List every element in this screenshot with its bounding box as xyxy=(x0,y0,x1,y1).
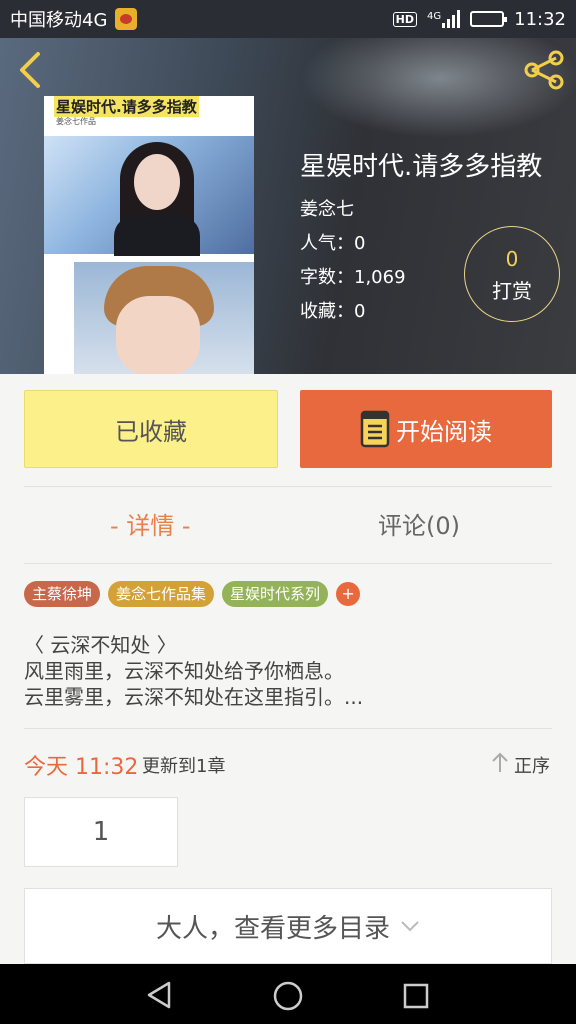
hd-badge: HD xyxy=(392,11,417,27)
update-time: 今天 11:32 xyxy=(24,755,139,780)
cover-photo-top-clothing xyxy=(114,216,200,256)
start-reading-label: 开始阅读 xyxy=(396,417,492,446)
status-left: 中国移动4G xyxy=(10,6,138,32)
carrier-label: 中国移动4G xyxy=(10,10,108,31)
book-cover[interactable]: 星娱时代.请多多指教 姜念七作品 xyxy=(44,96,254,374)
tag-list: 主蔡徐坤 姜念七作品集 星娱时代系列 + xyxy=(24,581,361,607)
tag-main-character[interactable]: 主蔡徐坤 xyxy=(24,581,101,607)
synopsis[interactable]: 〈 云深不知处 〉 风里雨里，云深不知处给予你栖息。 云里雾里，云深不知处在这里… xyxy=(24,632,552,710)
collected-button-label: 已收藏 xyxy=(115,417,187,446)
book-header: 星娱时代.请多多指教 姜念七作品 星娱时代.请多多指教 姜念七 人气：0 字数：… xyxy=(0,38,576,374)
word-count-stat: 字数：1,069 xyxy=(300,267,406,288)
reward-label: 打赏 xyxy=(492,279,532,303)
chevron-down-icon xyxy=(401,921,419,932)
chapter-item[interactable]: 1 xyxy=(24,797,178,867)
favorites-stat: 收藏：0 xyxy=(300,301,366,322)
synopsis-line: 云里雾里，云深不知处在这里指引。... xyxy=(24,685,364,709)
signal-strength-icon xyxy=(442,10,461,28)
weibo-notification-icon xyxy=(115,8,138,30)
chapter-number: 1 xyxy=(92,817,110,847)
book-author[interactable]: 姜念七 xyxy=(300,195,354,221)
cover-photo-bottom xyxy=(74,262,254,374)
reward-button[interactable]: 0 打赏 xyxy=(464,226,560,322)
battery-icon xyxy=(470,11,508,27)
book-detail-screen: 中国移动4G HD 4G 11:32 星娱时代.请多多指教 姜念七作品 星娱时代… xyxy=(0,0,576,1024)
network-type-label: 4G xyxy=(427,11,442,22)
popularity-stat: 人气：0 xyxy=(300,233,366,254)
view-more-catalog-button[interactable]: 大人，查看更多目录 xyxy=(24,888,552,964)
arrow-up-icon[interactable] xyxy=(490,750,510,774)
divider-tabs xyxy=(24,563,552,564)
network-indicator: 4G xyxy=(427,10,461,28)
sort-order-label[interactable]: 正序 xyxy=(514,752,550,778)
synopsis-line: 风里雨里，云深不知处给予你栖息。 xyxy=(24,659,344,683)
tag-author-collection[interactable]: 姜念七作品集 xyxy=(108,581,215,607)
update-text: 更新到1章 xyxy=(142,756,226,777)
system-nav-bar xyxy=(0,964,576,1024)
cover-title: 星娱时代.请多多指教 xyxy=(54,96,199,117)
cover-photo-top xyxy=(44,136,254,256)
reward-count: 0 xyxy=(505,247,519,271)
start-reading-button[interactable]: 开始阅读 xyxy=(300,390,552,468)
status-bar: 中国移动4G HD 4G 11:32 xyxy=(0,0,576,38)
tab-comments[interactable]: 评论(0) xyxy=(378,506,460,541)
clock: 11:32 xyxy=(514,8,566,30)
view-more-catalog-label: 大人，查看更多目录 xyxy=(155,913,390,944)
nav-home-icon[interactable] xyxy=(272,980,304,1012)
nav-back-icon[interactable] xyxy=(145,980,175,1010)
share-icon[interactable] xyxy=(522,50,566,90)
divider-top xyxy=(24,486,552,487)
nav-recent-apps-icon[interactable] xyxy=(402,982,430,1010)
divider-synopsis xyxy=(24,728,552,729)
add-tag-button[interactable]: + xyxy=(336,582,361,606)
book-icon xyxy=(360,410,390,448)
tag-series[interactable]: 星娱时代系列 xyxy=(222,581,329,607)
cover-author: 姜念七作品 xyxy=(56,117,96,126)
book-title: 星娱时代.请多多指教 xyxy=(300,152,543,182)
cover-photo-bottom-face xyxy=(116,296,200,374)
cover-photo-top-face xyxy=(134,154,180,210)
synopsis-line: 〈 云深不知处 〉 xyxy=(24,633,177,657)
tab-details[interactable]: - 详情 - xyxy=(110,506,191,541)
status-right: HD 4G 11:32 xyxy=(392,8,566,30)
collected-button[interactable]: 已收藏 xyxy=(24,390,278,468)
chevron-left-icon[interactable] xyxy=(14,50,48,90)
